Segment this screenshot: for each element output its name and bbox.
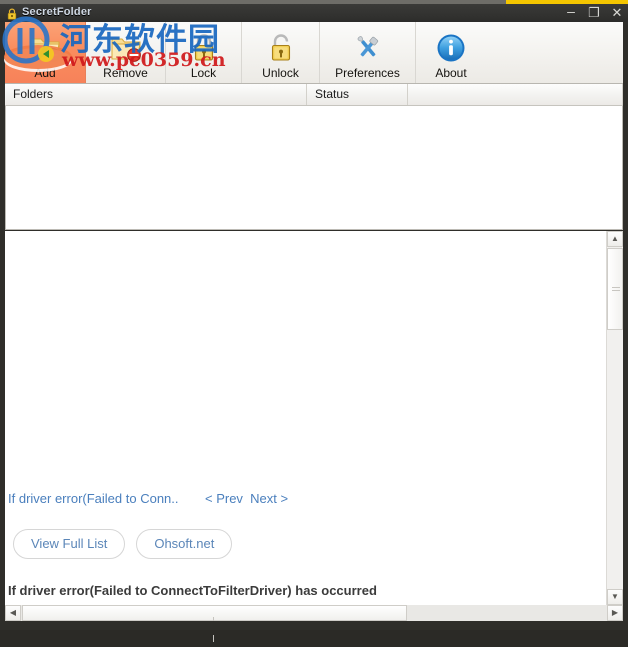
vertical-scrollbar[interactable]: ▲ ▼	[606, 231, 623, 605]
info-pane: If driver error(Failed to Conn.. < Prev …	[5, 231, 623, 605]
scroll-left-glyph: ◀	[10, 609, 16, 617]
pagination-controls: < Prev Next >	[205, 491, 288, 506]
folder-add-icon	[28, 30, 62, 66]
window-left-border	[0, 22, 5, 630]
tools-icon	[351, 30, 385, 66]
window-controls: – ❐ ✕	[564, 5, 624, 21]
hscroll-thumb-grip	[213, 611, 218, 618]
next-link[interactable]: Next >	[250, 491, 288, 506]
scroll-right-arrow-icon[interactable]: ▶	[607, 605, 623, 621]
toolbar-button-unlock[interactable]: Unlock	[242, 22, 320, 83]
toolbar-button-lock[interactable]: Lock	[166, 22, 242, 83]
view-full-list-button[interactable]: View Full List	[13, 529, 125, 559]
maximize-button[interactable]: ❐	[587, 5, 601, 21]
column-header-blank[interactable]	[408, 84, 623, 105]
scroll-left-arrow-icon[interactable]: ◀	[5, 605, 21, 621]
toolbar-label-unlock: Unlock	[262, 66, 299, 80]
horizontal-scrollbar[interactable]: ◀ ▶	[5, 605, 623, 621]
action-button-row: View Full List Ohsoft.net	[13, 529, 232, 559]
toolbar-button-add[interactable]: Add	[5, 22, 86, 83]
folder-list[interactable]	[5, 106, 623, 230]
application-window: SecretFolder – ❐ ✕ Add	[0, 0, 628, 630]
toolbar-label-preferences: Preferences	[335, 66, 400, 80]
app-lock-icon	[6, 7, 18, 19]
ohsoft-net-button[interactable]: Ohsoft.net	[136, 529, 232, 559]
scroll-up-glyph: ▲	[611, 235, 619, 243]
folder-remove-icon	[109, 30, 143, 66]
vertical-scroll-thumb[interactable]	[607, 248, 623, 330]
window-right-border	[623, 22, 628, 630]
minimize-button[interactable]: –	[564, 3, 578, 19]
scroll-thumb-grip	[612, 287, 620, 292]
toolbar-label-about: About	[435, 66, 466, 80]
prev-link[interactable]: < Prev	[205, 491, 243, 506]
padlock-closed-icon	[190, 30, 218, 66]
main-toolbar: Add Remove	[5, 22, 623, 84]
driver-error-message: If driver error(Failed to ConnectToFilte…	[8, 583, 377, 598]
scroll-down-glyph: ▼	[611, 593, 619, 601]
window-title: SecretFolder	[22, 6, 92, 18]
close-button[interactable]: ✕	[610, 5, 624, 21]
list-column-header: Folders Status	[5, 84, 623, 106]
horizontal-scroll-thumb[interactable]	[22, 605, 407, 621]
padlock-open-icon	[267, 30, 295, 66]
title-bar[interactable]: SecretFolder – ❐ ✕	[0, 4, 628, 22]
info-pane-content: If driver error(Failed to Conn.. < Prev …	[5, 231, 606, 605]
toolbar-button-about[interactable]: About	[416, 22, 486, 83]
scroll-right-glyph: ▶	[612, 609, 618, 617]
driver-error-link[interactable]: If driver error(Failed to Conn..	[8, 491, 179, 506]
toolbar-button-preferences[interactable]: Preferences	[320, 22, 416, 83]
info-icon	[435, 30, 467, 66]
column-header-status[interactable]: Status	[307, 84, 408, 105]
scroll-up-arrow-icon[interactable]: ▲	[607, 231, 623, 247]
scroll-down-arrow-icon[interactable]: ▼	[607, 589, 623, 605]
toolbar-label-add: Add	[34, 66, 55, 80]
toolbar-button-remove[interactable]: Remove	[86, 22, 166, 83]
column-header-folders[interactable]: Folders	[5, 84, 307, 105]
toolbar-label-remove: Remove	[103, 66, 148, 80]
window-bottom-border	[0, 621, 628, 630]
toolbar-label-lock: Lock	[191, 66, 216, 80]
